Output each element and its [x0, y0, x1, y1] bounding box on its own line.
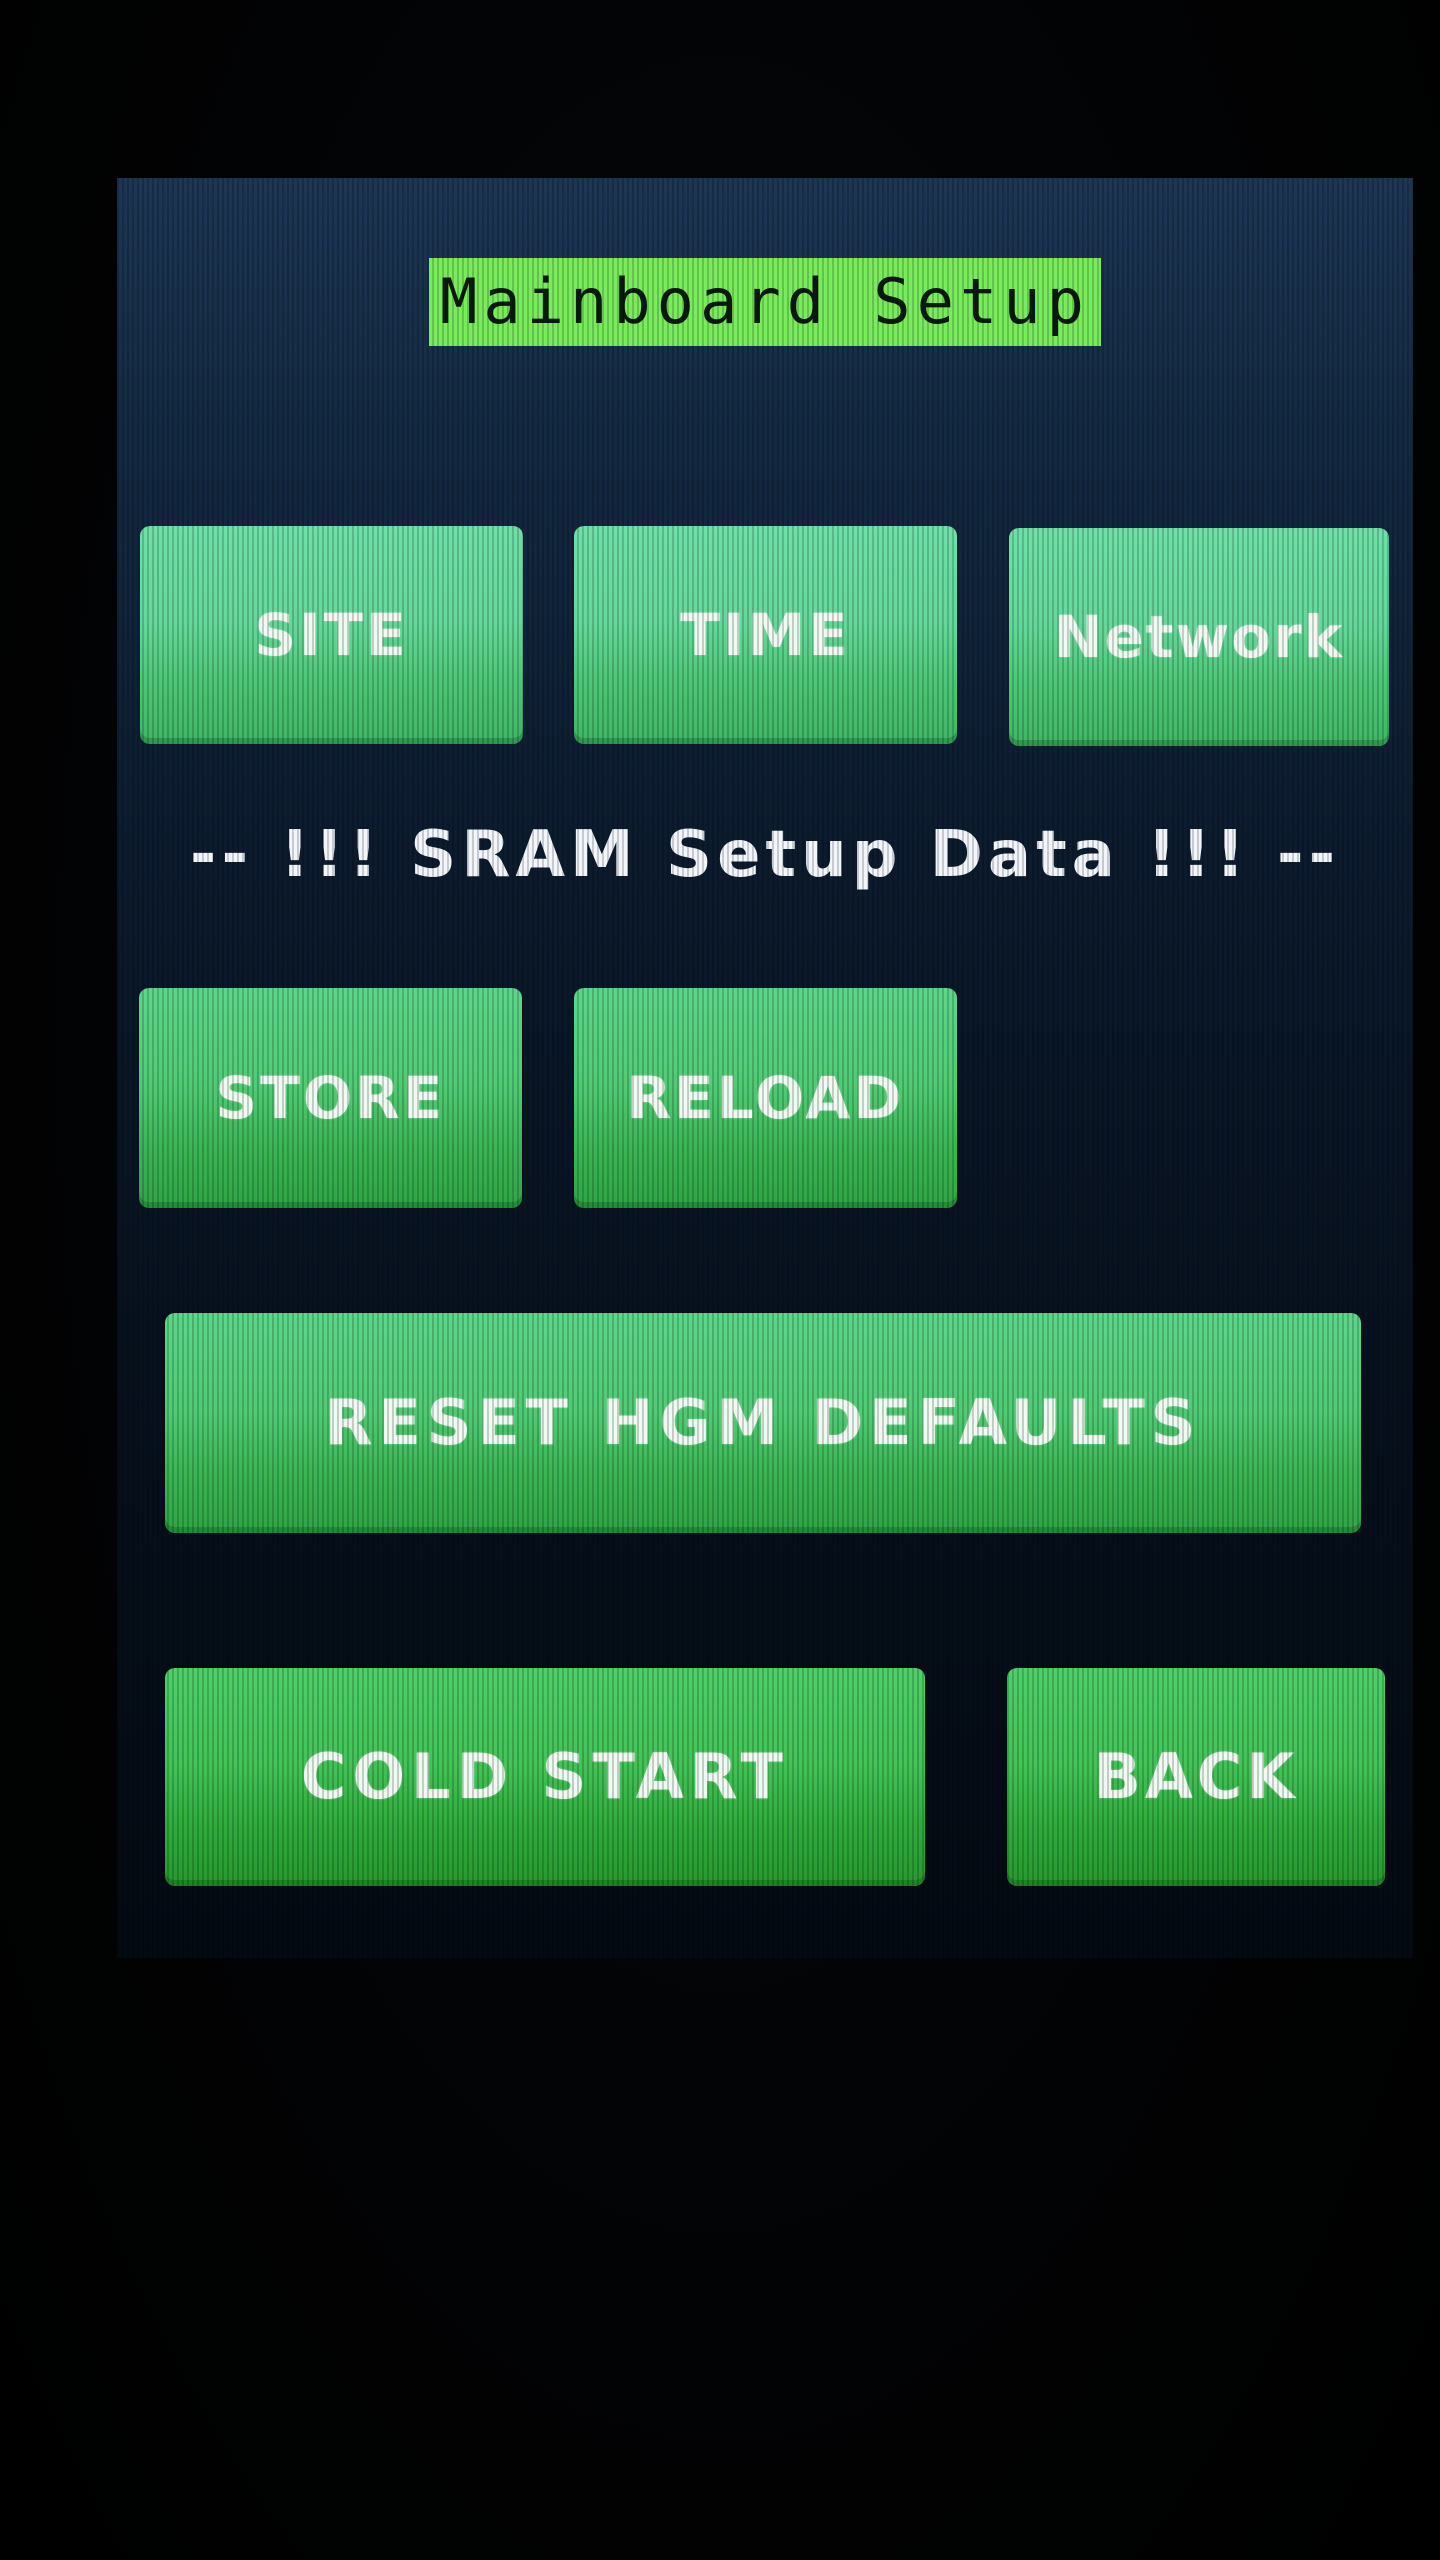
time-button-label: TIME [680, 601, 851, 669]
site-button-label: SITE [254, 601, 409, 669]
network-button-label: Network [1053, 603, 1345, 671]
time-button[interactable]: TIME [574, 526, 957, 744]
sram-section-heading: -- !!! SRAM Setup Data !!! -- [189, 818, 1341, 892]
cold-start-label: COLD START [300, 1740, 790, 1813]
reset-hgm-defaults-button[interactable]: RESET HGM DEFAULTS [165, 1313, 1361, 1533]
cold-start-button[interactable]: COLD START [165, 1668, 925, 1886]
lcd-screen: Mainboard Setup SITE TIME Network -- !!!… [117, 178, 1413, 1958]
network-button[interactable]: Network [1009, 528, 1389, 746]
back-label: BACK [1093, 1740, 1299, 1813]
reset-hgm-defaults-label: RESET HGM DEFAULTS [324, 1386, 1202, 1459]
back-button[interactable]: BACK [1007, 1668, 1385, 1886]
page-title: Mainboard Setup [429, 258, 1101, 346]
device-photo: Mainboard Setup SITE TIME Network -- !!!… [0, 0, 1440, 2560]
store-button[interactable]: STORE [139, 988, 522, 1208]
reload-button-label: RELOAD [626, 1064, 905, 1132]
store-button-label: STORE [215, 1064, 446, 1132]
reload-button[interactable]: RELOAD [574, 988, 957, 1208]
site-button[interactable]: SITE [140, 526, 523, 744]
